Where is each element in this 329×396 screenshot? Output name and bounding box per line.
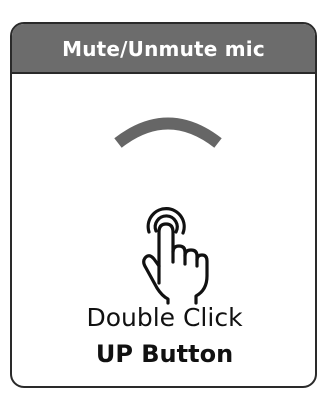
instruction-line-1: Double Click — [86, 303, 243, 332]
instruction-card: Mute/Unmute mic — [10, 22, 317, 388]
card-title: Mute/Unmute mic — [62, 37, 265, 61]
instruction-line-2: UP Button — [95, 340, 234, 368]
card-header: Mute/Unmute mic — [12, 24, 315, 74]
